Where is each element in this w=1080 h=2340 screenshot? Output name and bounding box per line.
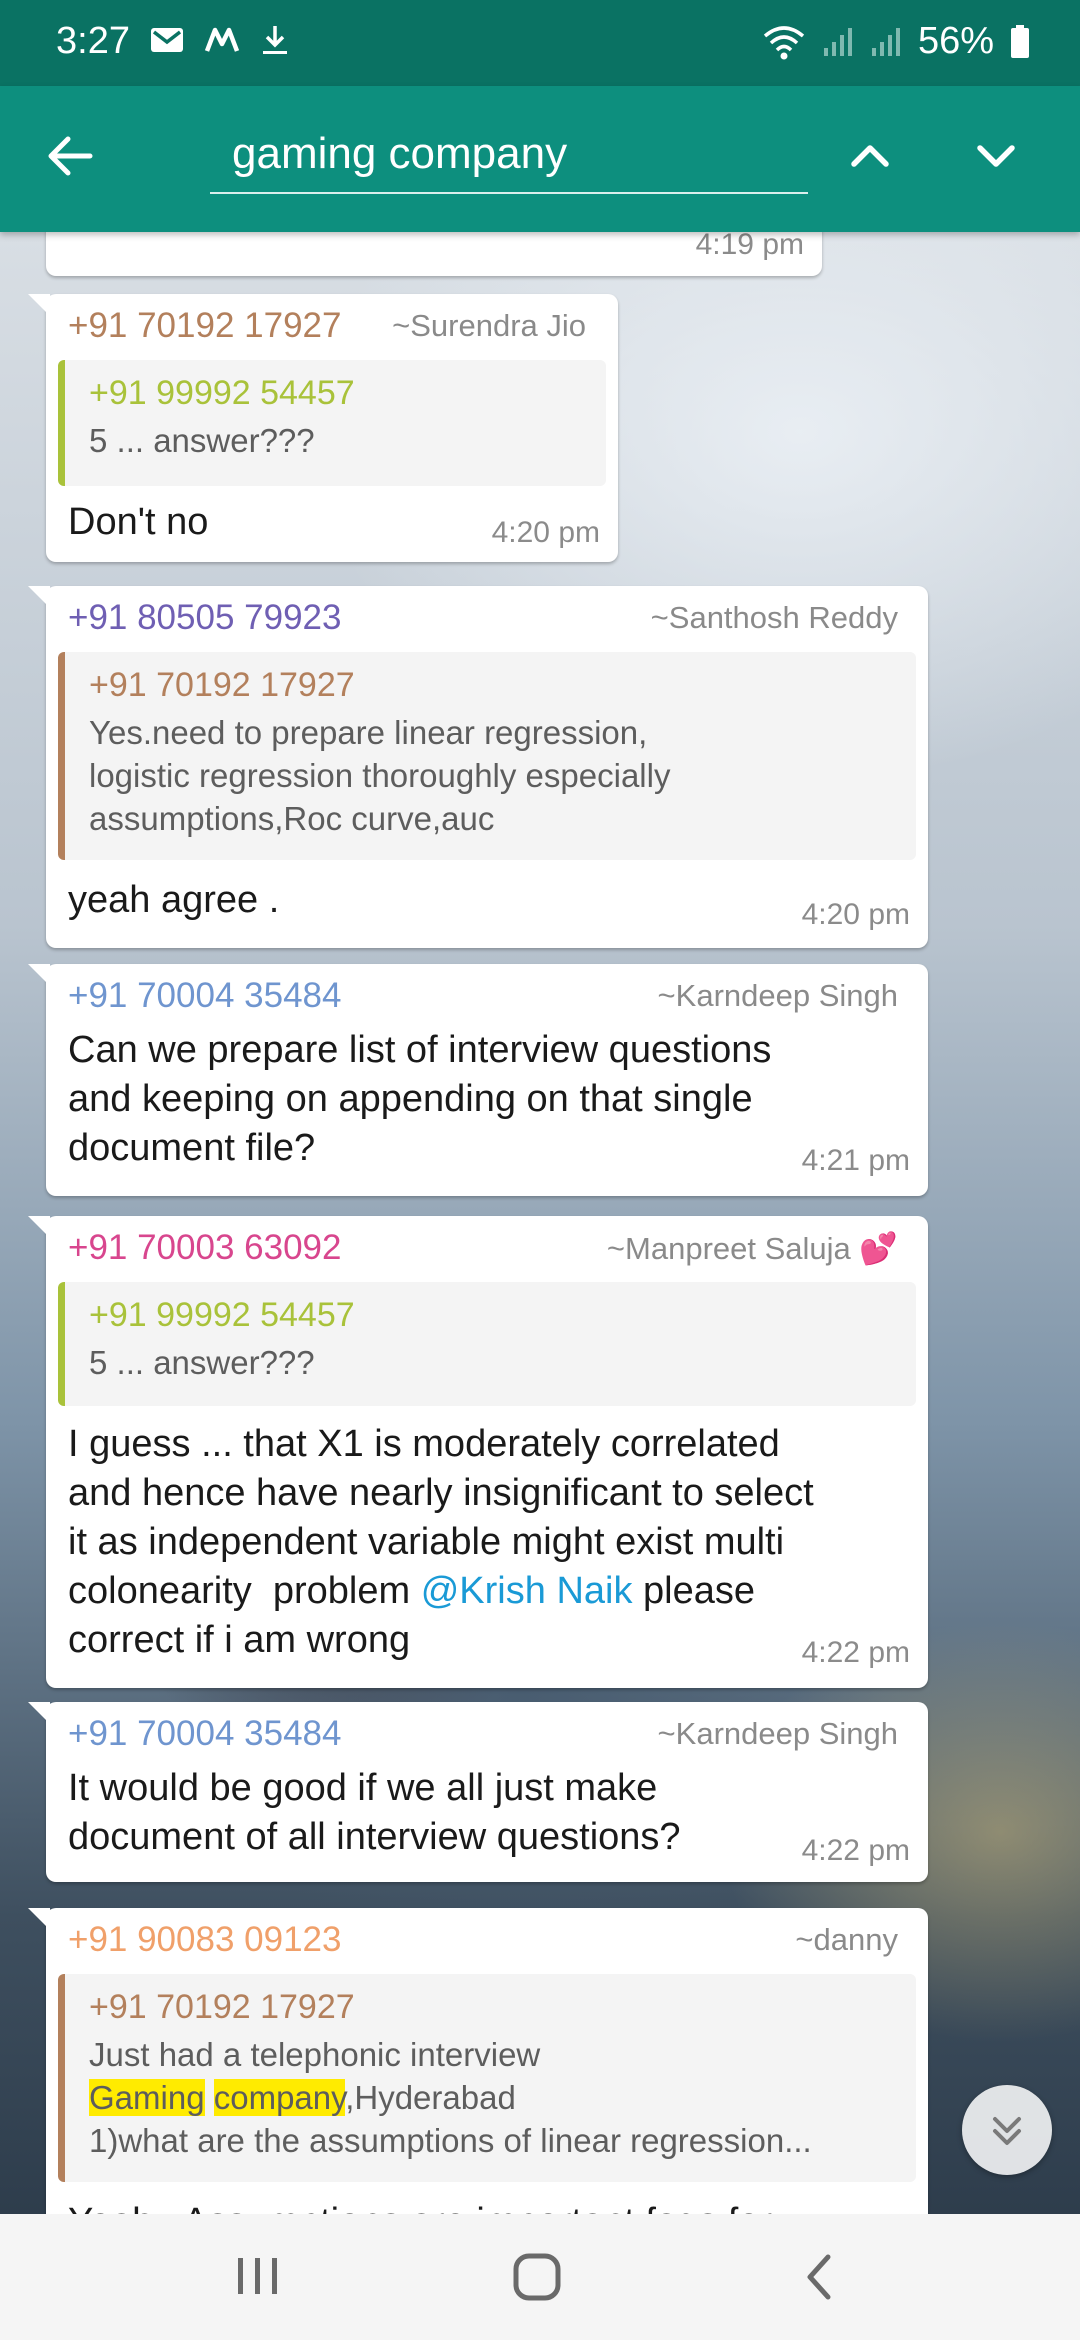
message-sender-alias: ~Manpreet Saluja 💕	[606, 1231, 898, 1266]
message-text-line: document of all interview questions?	[68, 1816, 681, 1858]
quoted-text-line: logistic regression thoroughly especiall…	[89, 757, 671, 794]
message-bubble[interactable]: +91 90083 09123 ~danny +91 70192 17927 J…	[28, 1908, 928, 2214]
chevron-up-icon	[851, 145, 889, 167]
message-bubble[interactable]: +91 80505 79923 ~Santhosh Reddy +91 7019…	[28, 586, 928, 948]
message-text-line: and hence have nearly insignificant to s…	[68, 1472, 814, 1514]
message-text-fragment: colonearity problem	[68, 1570, 421, 1612]
system-navigation-bar	[0, 2214, 1080, 2340]
message-sender-alias: ~Santhosh Reddy	[650, 600, 898, 635]
scroll-to-bottom-button[interactable]	[962, 2085, 1052, 2175]
back-nav-button[interactable]	[800, 2252, 840, 2307]
message-sender[interactable]: +91 70003 63092	[68, 1228, 341, 1268]
chevron-down-icon	[977, 145, 1015, 167]
quoted-sender: +91 70192 17927	[89, 1988, 355, 2026]
message-bubble[interactable]: +91 70192 17927 ~Surendra Jio +91 99992 …	[28, 294, 618, 562]
message-text-line: it as independent variable might exist m…	[68, 1521, 785, 1563]
quoted-sender: +91 99992 54457	[89, 1296, 355, 1334]
message-bubble[interactable]: 4:19 pm	[46, 232, 822, 276]
quoted-message[interactable]: +91 70192 17927 Yes.need to prepare line…	[58, 652, 916, 860]
search-input[interactable]	[210, 116, 808, 192]
message-sender[interactable]: +91 70192 17927	[68, 306, 341, 346]
signal-icon	[871, 27, 900, 56]
message-text-line: I guess ... that X1 is moderately correl…	[68, 1423, 780, 1465]
wifi-icon	[763, 25, 805, 59]
chat-messages[interactable]: 4:19 pm +91 70192 17927 ~Surendra Jio +9…	[0, 232, 1080, 2214]
message-text-line: Can we prepare list of interview questio…	[68, 1029, 772, 1071]
home-button[interactable]	[512, 2252, 562, 2307]
message-time: 4:21 pm	[801, 1144, 910, 1177]
recent-apps-button[interactable]	[236, 2252, 280, 2305]
m-app-icon	[204, 27, 240, 52]
battery-percentage: 56%	[917, 20, 994, 62]
message-bubble[interactable]: +91 70003 63092 ~Manpreet Saluja 💕 +91 9…	[28, 1216, 928, 1688]
search-field	[210, 116, 808, 194]
message-sender[interactable]: +91 70004 35484	[68, 976, 341, 1016]
message-time: 4:20 pm	[491, 516, 600, 549]
search-app-bar	[0, 86, 1080, 232]
quoted-sender: +91 70192 17927	[89, 666, 355, 704]
message-sender-alias: ~Karndeep Singh	[657, 978, 898, 1013]
message-text: Don't no	[68, 501, 209, 543]
double-chevron-down-icon	[993, 2117, 1021, 2145]
message-bubble[interactable]: +91 70004 35484 ~Karndeep Singh Can we p…	[28, 964, 928, 1196]
signal-icon	[823, 27, 852, 56]
message-sender[interactable]: +91 70004 35484	[68, 1714, 341, 1754]
message-text: I guess ... that X1 is moderately correl…	[68, 1420, 814, 1665]
message-time: 4:20 pm	[801, 898, 910, 931]
message-bubble[interactable]: +91 70004 35484 ~Karndeep Singh It would…	[28, 1702, 928, 1882]
quoted-text-line: Gaming company,Hyderabad	[89, 2076, 892, 2119]
quoted-message[interactable]: +91 99992 54457 5 ... answer???	[58, 360, 606, 486]
message-time: 4:19 pm	[695, 232, 804, 261]
message-sender-alias: ~danny	[795, 1922, 898, 1957]
status-bar: 3:27 56%	[0, 0, 1080, 86]
quoted-text-line: 1)what are the assumptions of linear reg…	[89, 2122, 812, 2159]
message-text: yeah agree .	[68, 879, 280, 921]
message-sender[interactable]: +91 90083 09123	[68, 1920, 341, 1960]
home-icon	[513, 2253, 561, 2301]
search-highlight: Gaming	[89, 2079, 205, 2116]
message-text-line: It would be good if we all just make	[68, 1767, 658, 1809]
gmail-icon	[151, 28, 183, 52]
message-text-fragment: please	[632, 1570, 756, 1612]
message-time: 4:22 pm	[801, 1834, 910, 1867]
back-icon	[807, 2254, 831, 2300]
message-text: It would be good if we all just make doc…	[68, 1764, 681, 1862]
battery-icon	[1011, 24, 1029, 58]
message-time: 4:22 pm	[801, 1636, 910, 1669]
back-button[interactable]	[40, 126, 100, 186]
quoted-text-fragment: ,Hyderabad	[345, 2079, 516, 2116]
quoted-sender: +91 99992 54457	[89, 374, 355, 412]
next-result-button[interactable]	[966, 126, 1026, 186]
message-sender-alias: ~Karndeep Singh	[657, 1716, 898, 1751]
message-text: Can we prepare list of interview questio…	[68, 1026, 771, 1173]
quoted-message[interactable]: +91 99992 54457 5 ... answer???	[58, 1282, 916, 1406]
quoted-text: 5 ... answer???	[89, 1344, 315, 1381]
status-time: 3:27	[56, 20, 130, 62]
search-highlight: company	[213, 2079, 346, 2116]
download-icon	[263, 26, 287, 54]
quoted-text: 5 ... answer???	[89, 422, 315, 459]
quoted-text-line: assumptions,Roc curve,auc	[89, 800, 495, 837]
message-sender[interactable]: +91 80505 79923	[68, 598, 341, 638]
recent-apps-icon	[238, 2258, 277, 2294]
message-text: Yeah.. Assumptions are important fags fo…	[68, 2198, 772, 2214]
message-sender-alias: ~Surendra Jio	[392, 308, 586, 343]
message-text-line: correct if i am wrong	[68, 1619, 411, 1661]
mention-link[interactable]: @Krish Naik	[421, 1570, 633, 1612]
message-text-line: document file?	[68, 1127, 316, 1169]
arrow-back-icon	[48, 136, 93, 176]
quoted-text-line: Just had a telephonic interview	[89, 2036, 541, 2073]
quoted-message[interactable]: +91 70192 17927 Just had a telephonic in…	[58, 1974, 916, 2182]
previous-result-button[interactable]	[840, 126, 900, 186]
message-text-line: and keeping on appending on that single	[68, 1078, 753, 1120]
message-text-line: colonearity problem @Krish Naik please	[68, 1567, 814, 1616]
quoted-text-line: Yes.need to prepare linear regression,	[89, 714, 648, 751]
